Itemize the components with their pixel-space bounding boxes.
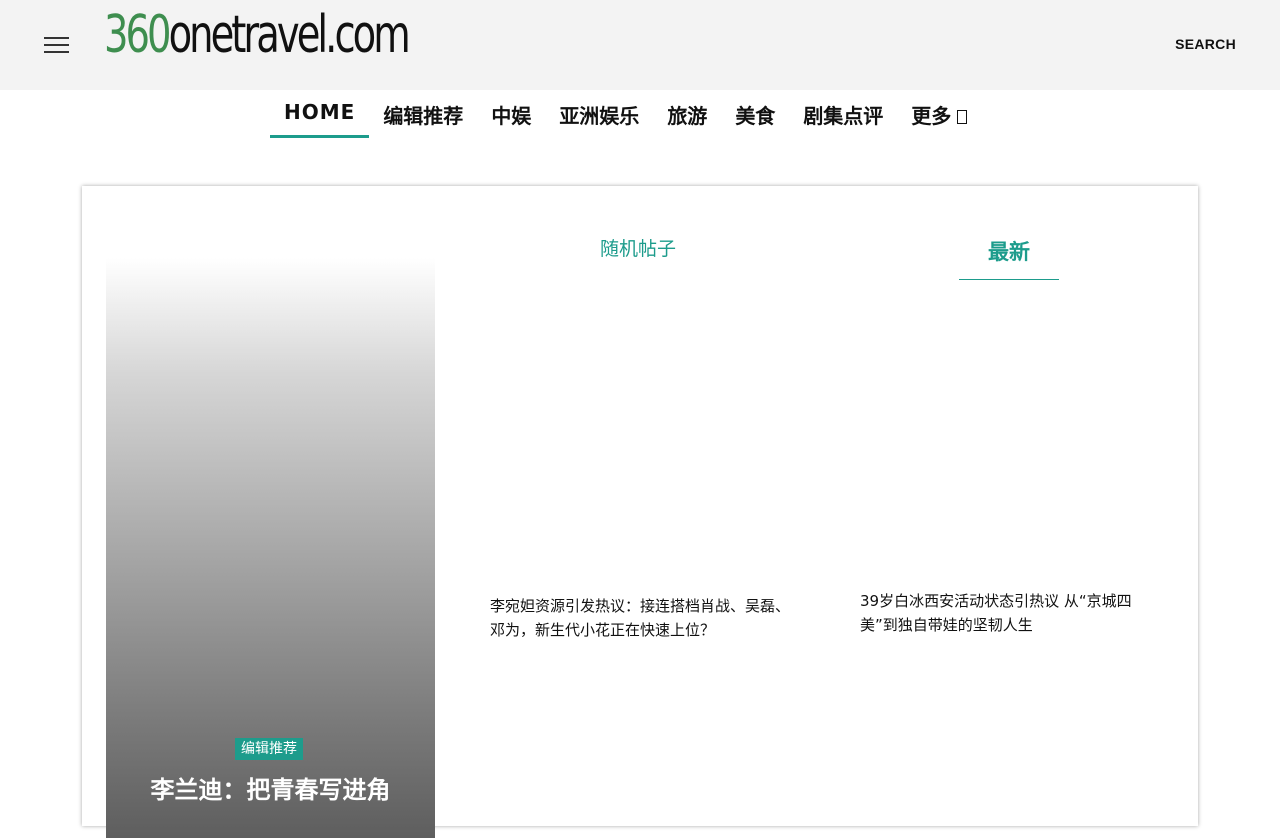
- search-button[interactable]: SEARCH: [1175, 36, 1236, 52]
- nav-item-drama-review[interactable]: 剧集点评: [789, 96, 897, 138]
- main-navigation: HOME 编辑推荐 中娱 亚洲娱乐 旅游 美食 剧集点评 更多: [270, 96, 981, 140]
- latest-post-link[interactable]: 39岁白冰西安活动状态引热议 从“京城四美”到独自带娃的坚韧人生: [860, 589, 1165, 637]
- nav-item-china-ent[interactable]: 中娱: [477, 96, 545, 138]
- random-posts-heading: 随机帖子: [600, 238, 677, 260]
- nav-item-more-label: 更多: [911, 104, 952, 128]
- hamburger-menu-icon[interactable]: [44, 37, 70, 55]
- category-badge[interactable]: 编辑推荐: [235, 738, 303, 760]
- logo-text: onetravel.com: [168, 5, 411, 65]
- logo-digits: 360: [104, 5, 172, 65]
- nav-item-travel[interactable]: 旅游: [653, 96, 721, 138]
- box-glyph-icon: [957, 110, 968, 124]
- featured-post-card[interactable]: 编辑推荐 李兰迪：把青春写进角: [106, 258, 435, 838]
- nav-item-home[interactable]: HOME: [270, 96, 370, 138]
- featured-post-title[interactable]: 李兰迪：把青春写进角: [106, 773, 435, 807]
- site-logo[interactable]: 360onetravel.com: [104, 4, 411, 66]
- site-header: 360onetravel.com SEARCH: [0, 0, 1280, 90]
- nav-item-more[interactable]: 更多: [897, 96, 981, 138]
- nav-item-food[interactable]: 美食: [721, 96, 789, 138]
- content-card: 编辑推荐 李兰迪：把青春写进角 随机帖子 李宛妲资源引发热议：接连搭档肖战、吴磊…: [82, 186, 1198, 838]
- nav-item-asia-ent[interactable]: 亚洲娱乐: [545, 96, 653, 138]
- nav-item-editor-picks[interactable]: 编辑推荐: [369, 96, 477, 138]
- latest-posts-heading: 最新: [959, 236, 1059, 280]
- random-post-link[interactable]: 李宛妲资源引发热议：接连搭档肖战、吴磊、邓为，新生代小花正在快速上位？: [490, 594, 790, 642]
